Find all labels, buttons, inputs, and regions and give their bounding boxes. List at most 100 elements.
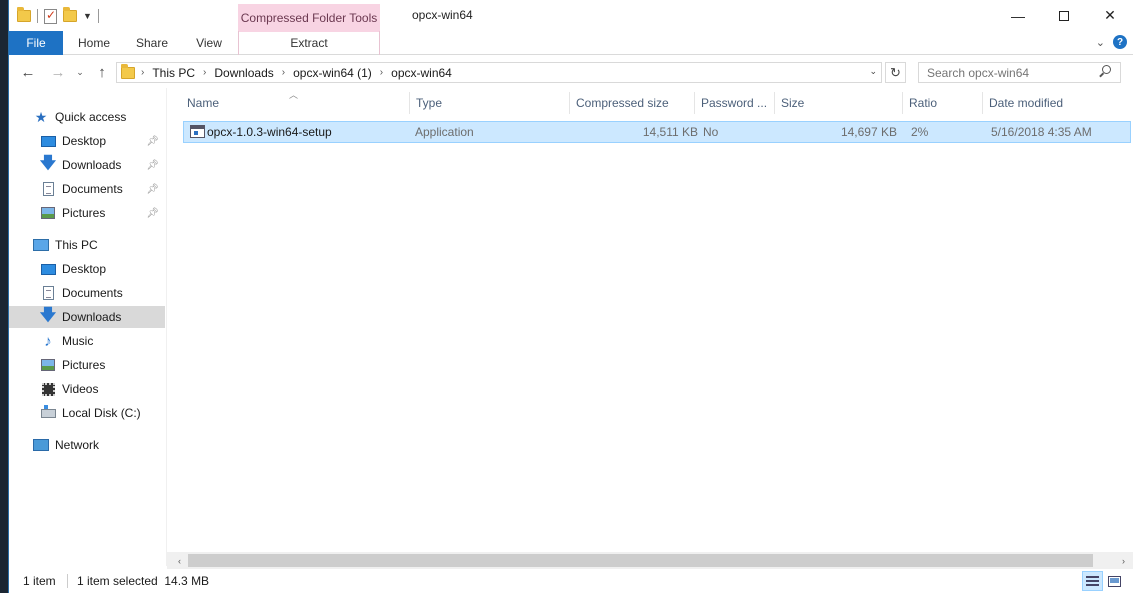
nav-pc-documents[interactable]: Documents: [9, 282, 165, 304]
compressed-folder-tools-header: Compressed Folder Tools: [238, 4, 380, 32]
table-row[interactable]: opcx-1.0.3-win64-setup Application 14,51…: [183, 121, 1131, 143]
tiles-view-icon[interactable]: [1104, 571, 1125, 591]
nav-qa-downloads[interactable]: 🡇 Downloads 📌︎: [9, 154, 165, 176]
ribbon-controls: ⌄ ?: [1096, 35, 1127, 49]
computer-icon: [33, 237, 49, 253]
back-arrow-icon[interactable]: ←: [19, 62, 37, 82]
nav-this-pc[interactable]: This PC: [9, 234, 165, 256]
music-note-icon: ♪: [44, 332, 52, 350]
nav-pc-downloads[interactable]: 🡇 Downloads: [9, 306, 165, 328]
tab-file[interactable]: File: [9, 31, 63, 55]
file-name: opcx-1.0.3-win64-setup: [207, 125, 332, 139]
desktop-background-strip: [0, 0, 8, 593]
nav-qa-desktop[interactable]: Desktop 📌︎: [9, 130, 165, 152]
scroll-right-icon[interactable]: ›: [1115, 552, 1132, 569]
details-view-icon[interactable]: [1082, 571, 1103, 591]
chevron-right-icon[interactable]: ›: [380, 67, 383, 78]
breadcrumb-downloads[interactable]: Downloads: [214, 66, 273, 80]
file-ratio: 2%: [911, 125, 929, 139]
local-disk-icon: [40, 404, 56, 421]
file-type: Application: [415, 125, 474, 139]
chevron-right-icon[interactable]: ›: [203, 67, 206, 78]
tab-share[interactable]: Share: [123, 31, 181, 55]
properties-icon[interactable]: [44, 8, 57, 24]
download-arrow-icon: 🡇: [39, 154, 57, 172]
status-bar: 1 item 1 item selected 14.3 MB: [9, 569, 1133, 593]
nav-label: Desktop: [62, 134, 107, 148]
forward-arrow-icon[interactable]: →: [49, 62, 67, 82]
nav-label: Network: [55, 438, 100, 452]
window-title: opcx-win64: [412, 8, 473, 22]
nav-label: This PC: [55, 238, 98, 252]
nav-quick-access[interactable]: ★ Quick access: [9, 106, 165, 128]
up-arrow-icon[interactable]: ↑: [93, 62, 111, 82]
address-row: ← → ⌄ ↑ › This PC › Downloads › opcx-win…: [9, 56, 1133, 88]
status-separator: [67, 574, 68, 588]
file-explorer-window: ▼ Compressed Folder Tools opcx-win64 — ✕…: [8, 0, 1133, 593]
column-header-name[interactable]: Name: [181, 92, 410, 114]
nav-label: Downloads: [62, 310, 122, 324]
breadcrumb-this-pc[interactable]: This PC: [152, 66, 195, 80]
scrollbar-thumb[interactable]: [188, 554, 1093, 567]
minimize-button[interactable]: —: [995, 0, 1041, 31]
customize-toolbar-dropdown[interactable]: ▼: [83, 11, 92, 21]
breadcrumb: › This PC › Downloads › opcx-win64 (1) ›…: [141, 66, 452, 80]
breadcrumb-opcx-win64-1[interactable]: opcx-win64 (1): [293, 66, 372, 80]
horizontal-scrollbar[interactable]: ‹ ›: [167, 552, 1133, 569]
nav-label: Music: [62, 334, 94, 348]
file-size: 14,697 KB: [840, 125, 897, 139]
column-header-date-modified[interactable]: Date modified: [983, 92, 1133, 114]
maximize-button[interactable]: [1041, 0, 1087, 31]
pin-icon[interactable]: 📌︎: [146, 160, 159, 171]
pin-icon[interactable]: 📌︎: [146, 208, 159, 219]
document-icon: [40, 181, 56, 197]
tab-home[interactable]: Home: [65, 31, 123, 55]
column-header-size[interactable]: Size: [775, 92, 903, 114]
nav-label: Pictures: [62, 358, 106, 372]
scroll-left-icon[interactable]: ‹: [171, 552, 188, 569]
refresh-icon[interactable]: ↻: [885, 62, 906, 83]
nav-pc-music[interactable]: ♪ Music: [9, 330, 165, 352]
chevron-right-icon[interactable]: ›: [282, 67, 285, 78]
address-history-dropdown[interactable]: ⌄: [869, 66, 877, 77]
status-item-count: 1 item: [23, 574, 56, 588]
nav-pc-pictures[interactable]: Pictures: [9, 354, 165, 376]
pictures-icon: [40, 357, 56, 373]
search-input[interactable]: [918, 62, 1121, 83]
pin-icon[interactable]: 📌︎: [146, 184, 159, 195]
nav-label: Documents: [62, 286, 123, 300]
new-folder-icon[interactable]: [63, 7, 77, 22]
ribbon-tabs: File Home Share View Extract ⌄ ?: [9, 31, 1133, 55]
nav-pc-local-disk[interactable]: Local Disk (C:): [9, 402, 165, 424]
address-bar[interactable]: › This PC › Downloads › opcx-win64 (1) ›…: [116, 62, 882, 83]
nav-qa-pictures[interactable]: Pictures 📌︎: [9, 202, 165, 224]
toolbar-separator: [37, 9, 38, 23]
recent-locations-dropdown[interactable]: ⌄: [71, 62, 89, 82]
desktop-icon: [40, 261, 56, 277]
help-icon[interactable]: ?: [1113, 35, 1127, 49]
maximize-icon: [1059, 10, 1069, 21]
navigation-pane: ★ Quick access Desktop 📌︎ 🡇 Downloads 📌︎…: [9, 88, 166, 566]
nav-qa-documents[interactable]: Documents 📌︎: [9, 178, 165, 200]
tab-view[interactable]: View: [181, 31, 237, 55]
search-icon[interactable]: [1099, 65, 1111, 79]
videos-icon: [40, 381, 56, 397]
column-header-ratio[interactable]: Ratio: [903, 92, 983, 114]
column-header-type[interactable]: Type: [410, 92, 570, 114]
status-selection: 1 item selected 14.3 MB: [77, 574, 210, 588]
nav-network[interactable]: Network: [9, 434, 165, 456]
nav-label: Videos: [62, 382, 99, 396]
tab-extract[interactable]: Extract: [238, 31, 380, 55]
close-button[interactable]: ✕: [1087, 0, 1133, 31]
nav-label: Quick access: [55, 110, 127, 124]
column-header-compressed-size[interactable]: Compressed size: [570, 92, 695, 114]
pin-icon[interactable]: 📌︎: [146, 136, 159, 147]
chevron-right-icon[interactable]: ›: [141, 67, 144, 78]
nav-pc-videos[interactable]: Videos: [9, 378, 165, 400]
column-header-password[interactable]: Password ...: [695, 92, 775, 114]
download-arrow-icon: 🡇: [39, 306, 57, 324]
nav-pc-desktop[interactable]: Desktop: [9, 258, 165, 280]
expand-ribbon-chevron-icon[interactable]: ⌄: [1096, 36, 1105, 49]
breadcrumb-opcx-win64[interactable]: opcx-win64: [391, 66, 452, 80]
star-icon: ★: [34, 108, 48, 125]
